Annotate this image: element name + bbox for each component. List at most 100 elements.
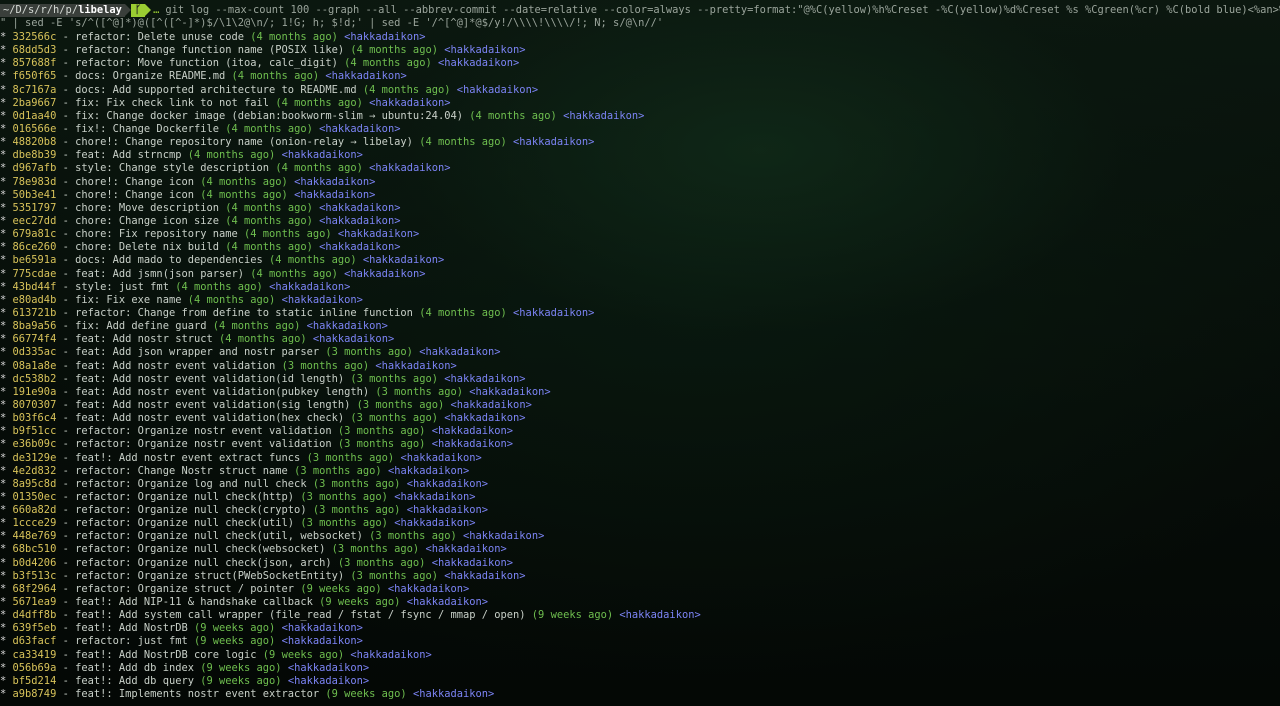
commit-author: <hakkadaikon> — [281, 293, 363, 306]
commit-row: * 68f2964 - refactor: Organize struct / … — [0, 582, 470, 595]
commit-hash: 8c7167a — [12, 83, 57, 96]
commit-row: * bf5d214 - feat!: Add db query (9 weeks… — [0, 674, 370, 687]
commit-hash: f650f65 — [12, 70, 57, 83]
graph-marker: * — [0, 596, 7, 609]
commit-hash: 4e2d832 — [12, 464, 57, 477]
commit-date: (4 months ago) — [225, 201, 313, 214]
commit-author: <hakkadaikon> — [337, 228, 420, 241]
commit-date: (4 months ago) — [219, 333, 307, 346]
commit-hash: be6591a — [12, 254, 57, 267]
commit-row: * b0d4206 - refactor: Organize null chec… — [0, 556, 514, 569]
terminal-window[interactable]: ~/D/s/r/h/p/libelay ᚴ … git log --max-count… — [0, 0, 1280, 706]
commit-date: (3 months ago) — [369, 530, 457, 543]
commit-author: <hakkadaikon> — [387, 582, 470, 595]
commit-subject: fix: Fix exe name — [75, 293, 182, 306]
commit-author: <hakkadaikon> — [425, 543, 507, 556]
graph-marker: * — [0, 477, 7, 490]
commit-author: <hakkadaikon> — [369, 162, 451, 175]
commit-author: <hakkadaikon> — [469, 385, 551, 398]
commit-row: * d63facf - refactor: just fmt (9 weeks … — [0, 635, 363, 648]
commit-row: * 66774f4 - feat: Add nostr struct (4 mo… — [0, 333, 395, 346]
commit-date: (9 weeks ago) — [200, 674, 282, 687]
commit-subject: refactor: Change Nostr struct name — [75, 464, 288, 477]
commit-hash: 66774f4 — [12, 333, 57, 346]
commit-date: (3 months ago) — [325, 346, 413, 359]
commit-subject: feat: Add json wrapper and nostr parser — [75, 346, 320, 359]
commit-subject: feat!: Add NostrDB core logic — [75, 648, 257, 661]
commit-date: (3 months ago) — [294, 464, 382, 477]
commit-subject: refactor: Organize null check(http) — [75, 490, 295, 503]
commit-author: <hakkadaikon> — [444, 372, 526, 385]
graph-marker: * — [0, 267, 7, 280]
commit-author: <hakkadaikon> — [419, 346, 501, 359]
command-continuation[interactable]: " | sed -E 's/^([^@]*)@([^([^-]*)$/\1\2@… — [0, 17, 1280, 30]
commit-date: (4 months ago) — [225, 241, 313, 254]
commit-hash: 332566c — [12, 31, 57, 43]
commit-date: (3 months ago) — [300, 490, 388, 503]
commit-date: (3 months ago) — [281, 359, 370, 372]
graph-marker: * — [0, 372, 7, 385]
commit-hash: 448e769 — [12, 530, 57, 543]
commit-author: <hakkadaikon> — [431, 556, 514, 569]
commit-row: * 68dd5d3 - refactor: Change function na… — [0, 44, 526, 57]
commit-row: * 78e983d - chore!: Change icon (4 month… — [0, 175, 376, 188]
commit-date: (9 weeks ago) — [531, 609, 614, 622]
commit-row: * 2ba9667 - fix: Fix check link to not f… — [0, 96, 451, 109]
graph-marker: * — [0, 109, 7, 122]
commit-row: * ca33419 - feat!: Add NostrDB core logi… — [0, 648, 432, 661]
commit-hash: 78e983d — [12, 175, 57, 188]
commit-row: * be6591a - docs: Add mado to dependenci… — [0, 254, 445, 267]
commit-hash: e36b09c — [12, 438, 57, 451]
commit-row: * 679a81c - chore: Fix repository name (… — [0, 228, 420, 241]
commit-row: * 8ba9a56 - fix: Add define guard (4 mon… — [0, 320, 388, 333]
commit-author: <hakkadaikon> — [437, 57, 520, 70]
commit-hash: dc538b2 — [12, 372, 57, 385]
commit-subject: refactor: Organize null check(util) — [75, 517, 295, 530]
commit-hash: 2ba9667 — [12, 96, 57, 109]
commit-row: * f650f65 - docs: Organize README.md (4 … — [0, 70, 407, 83]
commit-hash: b3f513c — [12, 569, 57, 582]
commit-hash: b0d4206 — [12, 556, 57, 569]
commit-author: <hakkadaikon> — [287, 674, 370, 687]
commit-author: <hakkadaikon> — [406, 596, 489, 609]
commit-subject: feat: Add nostr struct — [75, 333, 213, 346]
commit-subject: refactor: Organize struct / pointer — [75, 582, 295, 595]
graph-marker: * — [0, 149, 7, 162]
graph-marker: * — [0, 543, 7, 556]
commit-date: (3 months ago) — [337, 425, 426, 438]
graph-marker: * — [0, 57, 7, 70]
commit-author: <hakkadaikon> — [369, 96, 451, 109]
commit-date: (9 weeks ago) — [300, 582, 382, 595]
commit-row: * 8a95c8d - refactor: Organize log and n… — [0, 477, 489, 490]
commit-date: (9 weeks ago) — [262, 648, 345, 661]
commit-author: <hakkadaikon> — [269, 280, 351, 293]
commit-author: <hakkadaikon> — [619, 609, 701, 622]
commit-date: (4 months ago) — [275, 96, 363, 109]
commit-subject: style: Change style description — [75, 162, 270, 175]
commit-author: <hakkadaikon> — [319, 201, 401, 214]
commit-subject: chore!: Change icon — [75, 188, 194, 201]
graph-marker: * — [0, 464, 7, 477]
commit-date: (9 weeks ago) — [193, 635, 276, 648]
command-text[interactable]: git log --max-count 100 --graph --all --… — [165, 4, 1280, 16]
commit-date: (9 weeks ago) — [200, 661, 282, 674]
commit-author: <hakkadaikon> — [394, 517, 476, 530]
commit-date: (4 months ago) — [200, 188, 288, 201]
commit-subject: feat: Add jsmn(json parser) — [75, 267, 245, 280]
commit-author: <hakkadaikon> — [400, 451, 482, 464]
commit-date: (3 months ago) — [331, 543, 420, 556]
graph-marker: * — [0, 188, 7, 201]
commit-date: (4 months ago) — [244, 228, 332, 241]
commit-hash: 056b69a — [12, 661, 57, 674]
commit-date: (4 months ago) — [344, 57, 432, 70]
git-log-output[interactable]: * 332566c - refactor: Delete unuse code … — [0, 31, 1280, 701]
graph-marker: * — [0, 201, 7, 214]
commit-hash: 01350ec — [12, 490, 57, 503]
commit-hash: 68f2964 — [12, 582, 57, 595]
commit-row: * b9f51cc - refactor: Organize nostr eve… — [0, 425, 514, 438]
graph-marker: * — [0, 569, 7, 582]
graph-marker: * — [0, 70, 7, 83]
commit-subject: style: just fmt — [75, 280, 169, 293]
commit-hash: 016566e — [12, 122, 57, 135]
commit-subject: feat: Add nostr event validation — [75, 359, 276, 372]
